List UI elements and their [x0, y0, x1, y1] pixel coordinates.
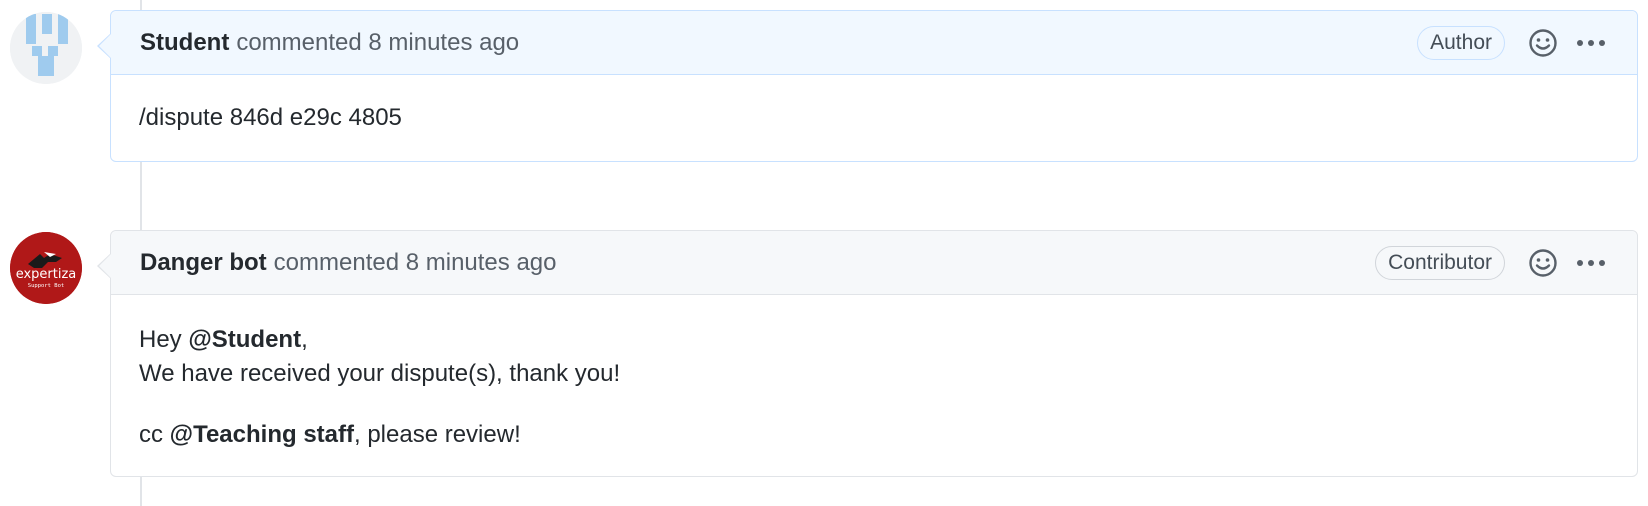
comment-body: /dispute 846d e29c 4805	[111, 75, 1637, 161]
comment-header: Student commented 8 minutes ago Author	[111, 11, 1637, 75]
user-mention-link[interactable]: @Student	[188, 326, 301, 353]
add-reaction-button[interactable]	[1527, 27, 1559, 59]
contributor-badge: Contributor	[1375, 245, 1505, 280]
comment-text: /dispute 846d e29c 4805	[139, 104, 402, 131]
comment-header: Danger bot commented 8 minutes ago Contr…	[111, 231, 1637, 295]
identicon-avatar-icon	[10, 12, 82, 84]
comment-timestamp[interactable]: commented 8 minutes ago	[274, 249, 557, 277]
team-mention-link[interactable]: @Teaching staff	[170, 421, 354, 448]
avatar[interactable]	[10, 12, 82, 84]
smiley-icon	[1529, 248, 1557, 277]
more-options-button[interactable]	[1575, 247, 1607, 279]
kebab-horizontal-icon	[1577, 39, 1605, 46]
bot-logo-text: expertiza	[16, 267, 77, 282]
comment-author-link[interactable]: Student	[140, 29, 229, 57]
received-line: We have received your dispute(s), thank …	[139, 360, 621, 387]
add-reaction-button[interactable]	[1527, 247, 1559, 279]
comment-box: Student commented 8 minutes ago Author /…	[97, 10, 1638, 162]
comment-timestamp[interactable]: commented 8 minutes ago	[236, 29, 519, 57]
comment-body: Hey @Student, We have received your dispu…	[111, 295, 1637, 476]
kebab-horizontal-icon	[1577, 259, 1605, 266]
bot-logo-subtext: Support Bot	[28, 283, 64, 289]
bot-avatar-icon: expertiza Support Bot	[10, 232, 82, 304]
cc-line: cc @Teaching staff, please review!	[139, 421, 521, 448]
greeting-line: Hey @Student, We have received your dispu…	[139, 326, 621, 387]
smiley-icon	[1529, 28, 1557, 57]
avatar[interactable]: expertiza Support Bot	[10, 232, 82, 304]
comment-author-link[interactable]: Danger bot	[140, 249, 267, 277]
author-badge: Author	[1417, 25, 1505, 60]
comment-box: Danger bot commented 8 minutes ago Contr…	[97, 230, 1638, 477]
more-options-button[interactable]	[1575, 27, 1607, 59]
